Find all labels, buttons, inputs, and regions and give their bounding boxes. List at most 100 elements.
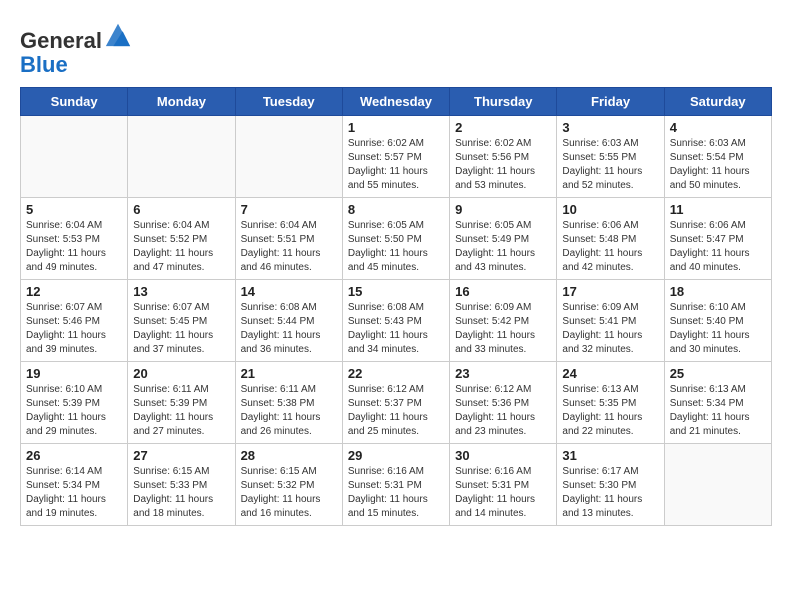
calendar-day-19: 19 Sunrise: 6:10 AM Sunset: 5:39 PM Dayli… xyxy=(21,362,128,444)
day-info: Sunrise: 6:09 AM Sunset: 5:41 PM Dayligh… xyxy=(562,301,658,357)
day-info: Sunrise: 6:10 AM Sunset: 5:39 PM Dayligh… xyxy=(26,383,122,439)
calendar-day-30: 30 Sunrise: 6:16 AM Sunset: 5:31 PM Dayli… xyxy=(450,444,557,526)
calendar-day-15: 15 Sunrise: 6:08 AM Sunset: 5:43 PM Dayli… xyxy=(342,280,449,362)
day-number: 18 xyxy=(670,284,766,299)
day-number: 8 xyxy=(348,202,444,217)
day-info: Sunrise: 6:11 AM Sunset: 5:38 PM Dayligh… xyxy=(241,383,337,439)
day-info: Sunrise: 6:12 AM Sunset: 5:36 PM Dayligh… xyxy=(455,383,551,439)
day-number: 12 xyxy=(26,284,122,299)
calendar-day-empty xyxy=(128,116,235,198)
calendar-week-4: 19 Sunrise: 6:10 AM Sunset: 5:39 PM Dayli… xyxy=(21,362,772,444)
calendar-day-29: 29 Sunrise: 6:16 AM Sunset: 5:31 PM Dayli… xyxy=(342,444,449,526)
day-info: Sunrise: 6:09 AM Sunset: 5:42 PM Dayligh… xyxy=(455,301,551,357)
calendar-day-20: 20Sunrise: 6:11 AM Sunset: 5:39 PM Dayli… xyxy=(128,362,235,444)
calendar-day-8: 8Sunrise: 6:05 AM Sunset: 5:50 PM Daylig… xyxy=(342,198,449,280)
day-info: Sunrise: 6:16 AM Sunset: 5:31 PM Dayligh… xyxy=(348,465,444,521)
day-info: Sunrise: 6:14 AM Sunset: 5:34 PM Dayligh… xyxy=(26,465,122,521)
calendar-day-6: 6 Sunrise: 6:04 AM Sunset: 5:52 PM Daylig… xyxy=(128,198,235,280)
calendar-day-7: 7 Sunrise: 6:04 AM Sunset: 5:51 PM Daylig… xyxy=(235,198,342,280)
day-info: Sunrise: 6:12 AM Sunset: 5:37 PM Dayligh… xyxy=(348,383,444,439)
logo-blue: Blue xyxy=(20,52,68,77)
day-info: Sunrise: 6:04 AM Sunset: 5:51 PM Dayligh… xyxy=(241,219,337,275)
day-number: 26 xyxy=(26,448,122,463)
calendar-day-17: 17 Sunrise: 6:09 AM Sunset: 5:41 PM Dayli… xyxy=(557,280,664,362)
calendar-day-3: 3 Sunrise: 6:03 AM Sunset: 5:55 PM Daylig… xyxy=(557,116,664,198)
page-header: General Blue xyxy=(20,20,772,77)
day-info: Sunrise: 6:13 AM Sunset: 5:34 PM Dayligh… xyxy=(670,383,766,439)
day-number: 2 xyxy=(455,120,551,135)
calendar-day-28: 28 Sunrise: 6:15 AM Sunset: 5:32 PM Dayli… xyxy=(235,444,342,526)
day-number: 29 xyxy=(348,448,444,463)
day-info: Sunrise: 6:02 AM Sunset: 5:57 PM Dayligh… xyxy=(348,137,444,193)
calendar-week-5: 26 Sunrise: 6:14 AM Sunset: 5:34 PM Dayli… xyxy=(21,444,772,526)
day-number: 17 xyxy=(562,284,658,299)
day-info: Sunrise: 6:15 AM Sunset: 5:32 PM Dayligh… xyxy=(241,465,337,521)
day-number: 11 xyxy=(670,202,766,217)
day-info: Sunrise: 6:03 AM Sunset: 5:55 PM Dayligh… xyxy=(562,137,658,193)
day-info: Sunrise: 6:03 AM Sunset: 5:54 PM Dayligh… xyxy=(670,137,766,193)
day-info: Sunrise: 6:08 AM Sunset: 5:44 PM Dayligh… xyxy=(241,301,337,357)
calendar-day-27: 27 Sunrise: 6:15 AM Sunset: 5:33 PM Dayli… xyxy=(128,444,235,526)
calendar-day-22: 22Sunrise: 6:12 AM Sunset: 5:37 PM Dayli… xyxy=(342,362,449,444)
day-info: Sunrise: 6:16 AM Sunset: 5:31 PM Dayligh… xyxy=(455,465,551,521)
day-info: Sunrise: 6:07 AM Sunset: 5:46 PM Dayligh… xyxy=(26,301,122,357)
day-info: Sunrise: 6:17 AM Sunset: 5:30 PM Dayligh… xyxy=(562,465,658,521)
calendar-week-2: 5 Sunrise: 6:04 AM Sunset: 5:53 PM Daylig… xyxy=(21,198,772,280)
calendar-day-18: 18 Sunrise: 6:10 AM Sunset: 5:40 PM Dayli… xyxy=(664,280,771,362)
calendar-day-4: 4 Sunrise: 6:03 AM Sunset: 5:54 PM Daylig… xyxy=(664,116,771,198)
calendar-day-9: 9Sunrise: 6:05 AM Sunset: 5:49 PM Daylig… xyxy=(450,198,557,280)
weekday-header-row: SundayMondayTuesdayWednesdayThursdayFrid… xyxy=(21,88,772,116)
calendar-day-empty xyxy=(664,444,771,526)
day-info: Sunrise: 6:04 AM Sunset: 5:53 PM Dayligh… xyxy=(26,219,122,275)
calendar-day-1: 1 Sunrise: 6:02 AM Sunset: 5:57 PM Daylig… xyxy=(342,116,449,198)
day-number: 20 xyxy=(133,366,229,381)
day-number: 7 xyxy=(241,202,337,217)
weekday-header-saturday: Saturday xyxy=(664,88,771,116)
day-info: Sunrise: 6:02 AM Sunset: 5:56 PM Dayligh… xyxy=(455,137,551,193)
calendar-day-10: 10Sunrise: 6:06 AM Sunset: 5:48 PM Dayli… xyxy=(557,198,664,280)
calendar-day-13: 13Sunrise: 6:07 AM Sunset: 5:45 PM Dayli… xyxy=(128,280,235,362)
day-number: 25 xyxy=(670,366,766,381)
day-number: 23 xyxy=(455,366,551,381)
day-info: Sunrise: 6:04 AM Sunset: 5:52 PM Dayligh… xyxy=(133,219,229,275)
day-info: Sunrise: 6:05 AM Sunset: 5:49 PM Dayligh… xyxy=(455,219,551,275)
day-number: 13 xyxy=(133,284,229,299)
day-number: 30 xyxy=(455,448,551,463)
day-number: 27 xyxy=(133,448,229,463)
day-number: 10 xyxy=(562,202,658,217)
weekday-header-friday: Friday xyxy=(557,88,664,116)
calendar-day-14: 14 Sunrise: 6:08 AM Sunset: 5:44 PM Dayli… xyxy=(235,280,342,362)
weekday-header-thursday: Thursday xyxy=(450,88,557,116)
calendar-day-12: 12 Sunrise: 6:07 AM Sunset: 5:46 PM Dayli… xyxy=(21,280,128,362)
weekday-header-tuesday: Tuesday xyxy=(235,88,342,116)
day-number: 14 xyxy=(241,284,337,299)
day-number: 24 xyxy=(562,366,658,381)
calendar-day-31: 31Sunrise: 6:17 AM Sunset: 5:30 PM Dayli… xyxy=(557,444,664,526)
day-number: 1 xyxy=(348,120,444,135)
day-number: 16 xyxy=(455,284,551,299)
day-number: 4 xyxy=(670,120,766,135)
calendar-day-empty xyxy=(235,116,342,198)
day-info: Sunrise: 6:08 AM Sunset: 5:43 PM Dayligh… xyxy=(348,301,444,357)
calendar-table: SundayMondayTuesdayWednesdayThursdayFrid… xyxy=(20,87,772,526)
day-info: Sunrise: 6:15 AM Sunset: 5:33 PM Dayligh… xyxy=(133,465,229,521)
day-number: 28 xyxy=(241,448,337,463)
logo-general: General xyxy=(20,28,102,53)
calendar-day-21: 21Sunrise: 6:11 AM Sunset: 5:38 PM Dayli… xyxy=(235,362,342,444)
calendar-day-11: 11 Sunrise: 6:06 AM Sunset: 5:47 PM Dayli… xyxy=(664,198,771,280)
day-info: Sunrise: 6:10 AM Sunset: 5:40 PM Dayligh… xyxy=(670,301,766,357)
calendar-day-2: 2 Sunrise: 6:02 AM Sunset: 5:56 PM Daylig… xyxy=(450,116,557,198)
calendar-day-16: 16 Sunrise: 6:09 AM Sunset: 5:42 PM Dayli… xyxy=(450,280,557,362)
logo: General Blue xyxy=(20,20,132,77)
weekday-header-sunday: Sunday xyxy=(21,88,128,116)
day-number: 15 xyxy=(348,284,444,299)
day-number: 19 xyxy=(26,366,122,381)
calendar-week-1: 1 Sunrise: 6:02 AM Sunset: 5:57 PM Daylig… xyxy=(21,116,772,198)
calendar-day-25: 25 Sunrise: 6:13 AM Sunset: 5:34 PM Dayli… xyxy=(664,362,771,444)
calendar-week-3: 12 Sunrise: 6:07 AM Sunset: 5:46 PM Dayli… xyxy=(21,280,772,362)
day-number: 6 xyxy=(133,202,229,217)
day-info: Sunrise: 6:06 AM Sunset: 5:47 PM Dayligh… xyxy=(670,219,766,275)
weekday-header-monday: Monday xyxy=(128,88,235,116)
day-number: 3 xyxy=(562,120,658,135)
day-number: 5 xyxy=(26,202,122,217)
